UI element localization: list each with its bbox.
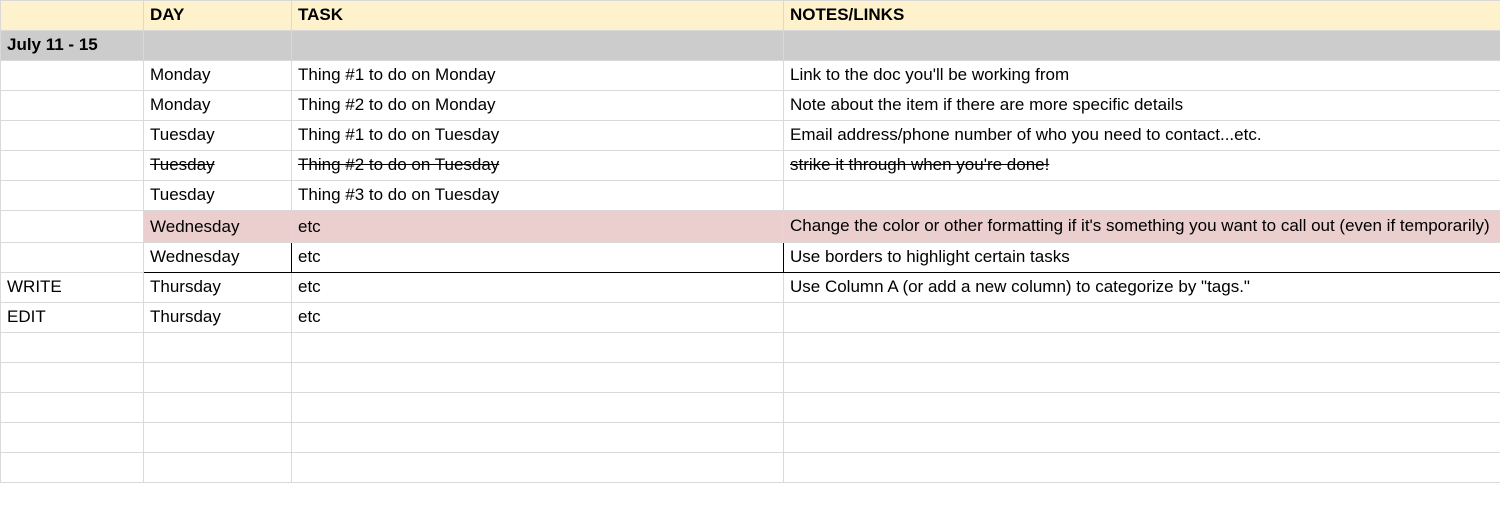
cell-tag[interactable] — [1, 91, 144, 121]
cell-task[interactable]: etc — [292, 302, 784, 332]
cell-task[interactable]: Thing #1 to do on Tuesday — [292, 121, 784, 151]
cell-notes[interactable] — [784, 332, 1500, 362]
cell-notes[interactable]: Change the color or other formatting if … — [784, 211, 1500, 243]
cell-day[interactable]: Tuesday — [144, 181, 292, 211]
cell-tag[interactable] — [1, 392, 144, 422]
cell-day[interactable] — [144, 392, 292, 422]
cell-tag[interactable] — [1, 332, 144, 362]
cell-tag[interactable] — [1, 362, 144, 392]
cell-tag[interactable] — [1, 181, 144, 211]
cell-task[interactable]: etc — [292, 272, 784, 302]
cell-day[interactable]: Monday — [144, 61, 292, 91]
cell-day[interactable]: Wednesday — [144, 211, 292, 243]
cell-day[interactable] — [144, 452, 292, 482]
cell-day[interactable] — [144, 422, 292, 452]
cell-task[interactable] — [292, 362, 784, 392]
cell-notes[interactable] — [784, 181, 1500, 211]
cell-tag[interactable] — [1, 452, 144, 482]
header-day[interactable]: DAY — [144, 1, 292, 31]
cell-notes[interactable]: Link to the doc you'll be working from — [784, 61, 1500, 91]
cell-notes[interactable] — [784, 362, 1500, 392]
week-empty-task[interactable] — [292, 31, 784, 61]
table-row[interactable]: TuesdayThing #2 to do on Tuesdaystrike i… — [1, 151, 1500, 181]
cell-day[interactable]: Thursday — [144, 272, 292, 302]
cell-day[interactable]: Monday — [144, 91, 292, 121]
cell-task[interactable] — [292, 332, 784, 362]
table-row[interactable] — [1, 392, 1500, 422]
table-row[interactable] — [1, 422, 1500, 452]
cell-notes[interactable]: Email address/phone number of who you ne… — [784, 121, 1500, 151]
cell-task[interactable] — [292, 392, 784, 422]
cell-notes[interactable]: Use Column A (or add a new column) to ca… — [784, 272, 1500, 302]
cell-tag[interactable] — [1, 211, 144, 243]
cell-task[interactable]: Thing #2 to do on Monday — [292, 91, 784, 121]
cell-task[interactable] — [292, 422, 784, 452]
cell-task[interactable]: Thing #2 to do on Tuesday — [292, 151, 784, 181]
header-notes[interactable]: NOTES/LINKS — [784, 1, 1500, 31]
table-row[interactable]: TuesdayThing #3 to do on Tuesday — [1, 181, 1500, 211]
cell-task[interactable]: etc — [292, 242, 784, 272]
table-row[interactable] — [1, 332, 1500, 362]
cell-notes[interactable] — [784, 302, 1500, 332]
cell-tag[interactable] — [1, 121, 144, 151]
table-row[interactable]: TuesdayThing #1 to do on TuesdayEmail ad… — [1, 121, 1500, 151]
table-row[interactable]: MondayThing #2 to do on MondayNote about… — [1, 91, 1500, 121]
week-empty-day[interactable] — [144, 31, 292, 61]
table-row[interactable]: MondayThing #1 to do on MondayLink to th… — [1, 61, 1500, 91]
cell-notes[interactable]: Note about the item if there are more sp… — [784, 91, 1500, 121]
week-empty-notes[interactable] — [784, 31, 1500, 61]
table-row[interactable]: WRITEThursdayetcUse Column A (or add a n… — [1, 272, 1500, 302]
header-task[interactable]: TASK — [292, 1, 784, 31]
cell-day[interactable]: Thursday — [144, 302, 292, 332]
cell-task[interactable] — [292, 452, 784, 482]
cell-task[interactable]: Thing #1 to do on Monday — [292, 61, 784, 91]
table-row[interactable] — [1, 362, 1500, 392]
cell-task[interactable]: etc — [292, 211, 784, 243]
task-table[interactable]: DAY TASK NOTES/LINKS July 11 - 15 Monday… — [0, 0, 1500, 483]
cell-notes[interactable] — [784, 392, 1500, 422]
cell-tag[interactable] — [1, 61, 144, 91]
cell-day[interactable]: Wednesday — [144, 242, 292, 272]
cell-notes[interactable] — [784, 452, 1500, 482]
cell-tag[interactable]: WRITE — [1, 272, 144, 302]
week-label[interactable]: July 11 - 15 — [1, 31, 144, 61]
cell-day[interactable]: Tuesday — [144, 121, 292, 151]
cell-day[interactable] — [144, 332, 292, 362]
cell-day[interactable]: Tuesday — [144, 151, 292, 181]
cell-notes[interactable]: strike it through when you're done! — [784, 151, 1500, 181]
table-row[interactable]: WednesdayetcChange the color or other fo… — [1, 211, 1500, 243]
table-row[interactable]: EDITThursdayetc — [1, 302, 1500, 332]
cell-tag[interactable] — [1, 242, 144, 272]
header-tag[interactable] — [1, 1, 144, 31]
table-row[interactable] — [1, 452, 1500, 482]
cell-tag[interactable]: EDIT — [1, 302, 144, 332]
week-row[interactable]: July 11 - 15 — [1, 31, 1500, 61]
cell-notes[interactable] — [784, 422, 1500, 452]
cell-tag[interactable] — [1, 151, 144, 181]
table-row[interactable]: WednesdayetcUse borders to highlight cer… — [1, 242, 1500, 272]
cell-day[interactable] — [144, 362, 292, 392]
cell-tag[interactable] — [1, 422, 144, 452]
cell-notes[interactable]: Use borders to highlight certain tasks — [784, 242, 1500, 272]
cell-task[interactable]: Thing #3 to do on Tuesday — [292, 181, 784, 211]
header-row[interactable]: DAY TASK NOTES/LINKS — [1, 1, 1500, 31]
